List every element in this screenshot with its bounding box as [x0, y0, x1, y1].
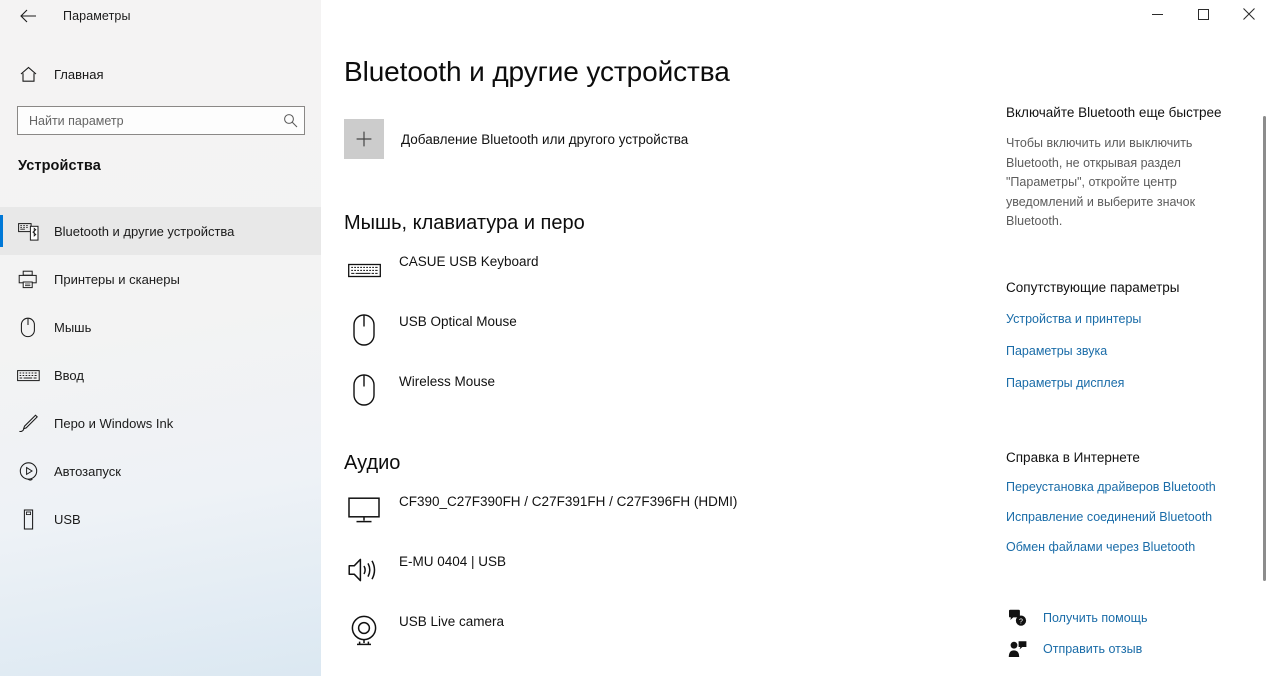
search-input[interactable] [18, 113, 276, 128]
scrollbar-thumb[interactable] [1263, 116, 1266, 581]
device-row[interactable]: CASUE USB Keyboard [344, 250, 539, 296]
online-help-title: Справка в Интернете [1006, 450, 1140, 465]
help-link-fix-bluetooth-connections[interactable]: Исправление соединений Bluetooth [1006, 509, 1216, 525]
tip-body: Чтобы включить или выключить Bluetooth, … [1006, 136, 1196, 228]
mouse-icon [15, 314, 41, 340]
page-scrollbar[interactable] [1256, 32, 1272, 676]
feedback-person-icon [1006, 638, 1028, 660]
mouse-icon [344, 370, 384, 410]
monitor-icon [344, 490, 384, 530]
related-settings-title: Сопутствующие параметры [1006, 280, 1180, 295]
sidebar-item-label: Bluetooth и другие устройства [54, 223, 235, 239]
sidebar: Главная Устройства [0, 0, 321, 676]
sidebar-item-typing[interactable]: Ввод [0, 351, 321, 399]
device-name: E-MU 0404 | USB [399, 554, 507, 569]
minimize-icon [1151, 7, 1163, 25]
help-link-reinstall-bluetooth-drivers[interactable]: Переустановка драйверов Bluetooth [1006, 479, 1216, 495]
sidebar-item-label: Принтеры и сканеры [54, 271, 180, 287]
sidebar-item-printers[interactable]: Принтеры и сканеры [0, 255, 321, 303]
sidebar-item-label: Ввод [54, 367, 84, 383]
settings-window: Параметры Главная Найти параметр Устройс… [0, 0, 1272, 676]
autoplay-icon [15, 458, 41, 484]
close-icon [1243, 7, 1255, 25]
sidebar-item-mouse[interactable]: Мышь [0, 303, 321, 351]
app-title: Параметры [63, 9, 131, 23]
device-row[interactable]: USB Optical Mouse [344, 310, 517, 356]
bluetooth-device-icon [15, 218, 41, 244]
device-name: CF390_C27F390FH / C27F391FH / C27F396FH … [399, 494, 738, 509]
selection-accent-bar [0, 215, 3, 247]
back-arrow-icon [19, 9, 37, 23]
right-info-panel: Включайте Bluetooth еще быстрее Чтобы вк… [1006, 32, 1254, 676]
titlebar: Параметры [0, 0, 1272, 32]
sidebar-item-usb[interactable]: USB [0, 495, 321, 543]
group-title-audio: Аудио [344, 452, 401, 474]
send-feedback-button[interactable]: Отправить отзыв [1006, 633, 1147, 664]
device-name: USB Live camera [399, 614, 505, 629]
sidebar-item-label: Мышь [54, 319, 92, 335]
related-link-sound-settings[interactable]: Параметры звука [1006, 343, 1180, 359]
sidebar-item-bluetooth[interactable]: Bluetooth и другие устройства [0, 207, 321, 255]
device-row[interactable]: USB Live camera [344, 610, 504, 656]
printer-icon [15, 266, 41, 292]
sidebar-item-autoplay[interactable]: Автозапуск [0, 447, 321, 495]
camera-icon [344, 610, 384, 650]
device-row[interactable]: Wireless Mouse [344, 370, 495, 416]
pen-icon [15, 410, 41, 436]
sidebar-item-label: Перо и Windows Ink [54, 415, 174, 431]
related-link-devices-and-printers[interactable]: Устройства и принтеры [1006, 311, 1180, 327]
page-title: Bluetooth и другие устройства [344, 56, 730, 87]
minimize-button[interactable] [1134, 0, 1180, 32]
svg-text:?: ? [1019, 618, 1023, 625]
bluetooth-tip-block: Включайте Bluetooth еще быстрее Чтобы вк… [1006, 104, 1228, 232]
group-title-mouse-keyboard-pen: Мышь, клавиатура и перо [344, 212, 585, 234]
related-settings-block: Сопутствующие параметры Устройства и при… [1006, 280, 1180, 391]
send-feedback-label: Отправить отзыв [1043, 641, 1143, 656]
tip-title: Включайте Bluetooth еще быстрее [1006, 105, 1222, 120]
get-help-button[interactable]: ? Получить помощь [1006, 602, 1147, 633]
add-device-button[interactable]: Добавление Bluetooth или другого устройс… [344, 119, 688, 159]
device-name: CASUE USB Keyboard [399, 254, 539, 269]
plus-icon [344, 119, 384, 159]
mouse-icon [344, 310, 384, 350]
device-name: USB Optical Mouse [399, 314, 517, 329]
get-help-label: Получить помощь [1043, 610, 1148, 625]
maximize-button[interactable] [1180, 0, 1226, 32]
help-question-icon: ? [1006, 607, 1028, 629]
close-button[interactable] [1226, 0, 1272, 32]
help-link-bluetooth-file-transfer[interactable]: Обмен файлами через Bluetooth [1006, 539, 1216, 555]
sidebar-section-heading: Устройства [18, 158, 101, 174]
device-name: Wireless Mouse [399, 374, 496, 389]
device-row[interactable]: E-MU 0404 | USB [344, 550, 506, 596]
keyboard-icon [15, 362, 41, 388]
sidebar-item-pen[interactable]: Перо и Windows Ink [0, 399, 321, 447]
maximize-icon [1197, 7, 1209, 25]
online-help-block: Справка в Интернете Переустановка драйве… [1006, 450, 1216, 555]
speaker-icon [344, 550, 384, 590]
back-button[interactable] [8, 2, 48, 30]
sidebar-item-home[interactable]: Главная [0, 57, 321, 91]
sidebar-item-label: Автозапуск [54, 463, 121, 479]
sidebar-home-label: Главная [54, 66, 104, 82]
keyboard-icon [344, 250, 384, 290]
search-box[interactable] [17, 106, 305, 135]
sidebar-nav: Bluetooth и другие устройства Принтеры и… [0, 207, 321, 543]
home-icon [15, 61, 41, 87]
usb-icon [15, 506, 41, 532]
add-device-label: Добавление Bluetooth или другого устройс… [401, 131, 689, 147]
sidebar-item-label: USB [54, 511, 81, 527]
device-row[interactable]: CF390_C27F390FH / C27F391FH / C27F396FH … [344, 490, 737, 536]
related-link-display-settings[interactable]: Параметры дисплея [1006, 375, 1180, 391]
window-controls [1134, 0, 1272, 32]
support-actions-block: ? Получить помощь Отправить отзыв [1006, 602, 1147, 664]
search-icon[interactable] [276, 113, 304, 128]
